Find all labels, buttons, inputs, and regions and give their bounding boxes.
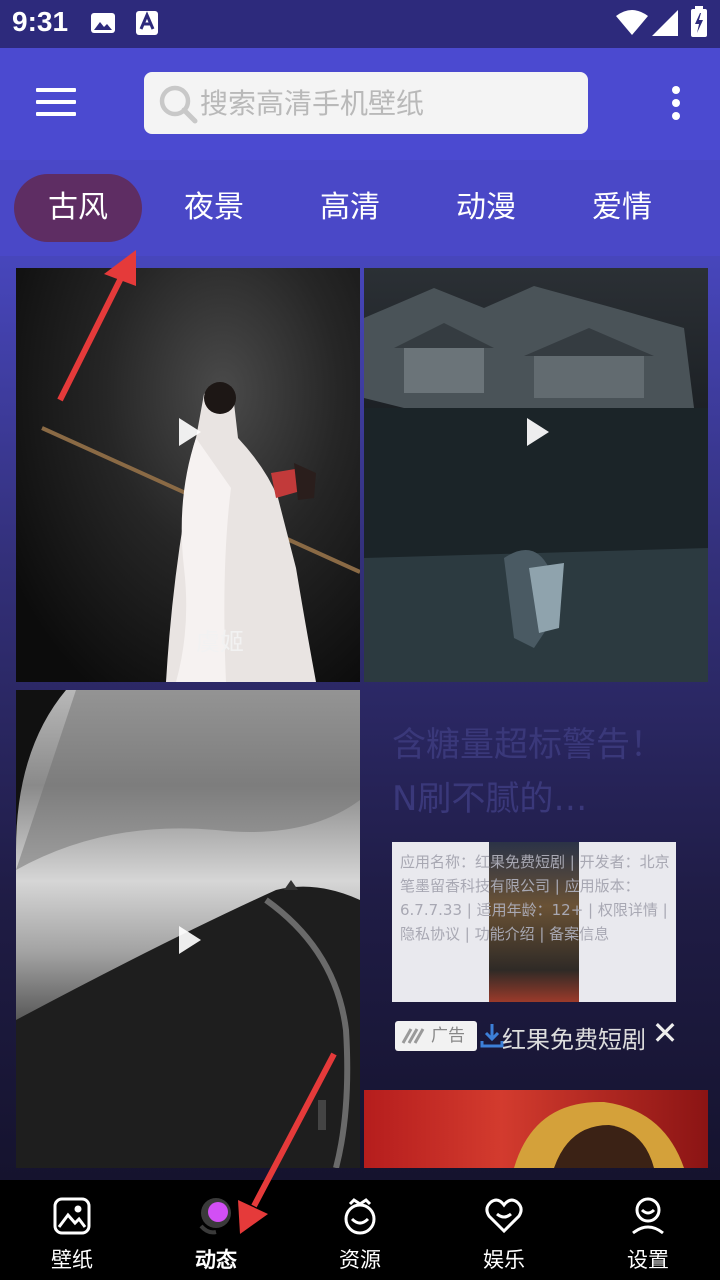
menu-icon[interactable] xyxy=(36,88,76,118)
nav-resources-label: 资源 xyxy=(339,1248,381,1272)
status-time: 9:31 xyxy=(12,6,69,37)
battery-icon xyxy=(691,6,707,37)
category-tabs: 古风 夜景 高清 动漫 爱情 xyxy=(0,160,720,256)
nav-wallpaper[interactable]: 壁纸 xyxy=(0,1180,144,1280)
settings-icon xyxy=(632,1197,664,1235)
search-icon xyxy=(159,85,198,124)
nav-entertainment-label: 娱乐 xyxy=(483,1248,525,1272)
wallpaper-image xyxy=(364,286,708,682)
tab-gufeng[interactable]: 古风 xyxy=(14,174,142,242)
ad-title[interactable]: 含糖量超标警告！N刷不腻的… xyxy=(392,718,682,826)
ad-badge-label: 广告 xyxy=(431,1026,465,1046)
nav-wallpaper-label: 壁纸 xyxy=(51,1248,93,1272)
nav-dynamic-label: 动态 xyxy=(195,1248,237,1272)
ad-app-name[interactable]: 红果免费短剧 xyxy=(502,1020,646,1055)
bottom-nav: 壁纸 动态 资源 娱乐 设置 xyxy=(0,1180,720,1280)
nav-settings[interactable]: 设置 xyxy=(576,1180,720,1280)
tab-dongman[interactable]: 动漫 xyxy=(422,174,550,242)
wallpaper-card-4[interactable] xyxy=(364,1090,708,1168)
nav-entertainment[interactable]: 娱乐 xyxy=(432,1180,576,1280)
resource-icon xyxy=(344,1198,376,1235)
wallpaper-image xyxy=(41,382,360,682)
play-icon xyxy=(179,926,201,954)
ad-app-info: 应用名称：红果免费短剧 | 开发者：北京笔墨留香科技有限公司 | 应用版本：6.… xyxy=(400,853,670,943)
close-icon[interactable]: ✕ xyxy=(650,1017,680,1049)
play-icon xyxy=(527,418,549,446)
wallpaper-card-3[interactable] xyxy=(16,690,360,1168)
heart-icon xyxy=(485,1198,523,1234)
wifi-icon xyxy=(616,10,648,35)
search-input[interactable] xyxy=(200,82,570,124)
more-options-icon[interactable] xyxy=(668,86,684,126)
nav-settings-label: 设置 xyxy=(627,1248,669,1272)
app-notification-icon xyxy=(136,11,158,35)
wallpaper-card-2[interactable] xyxy=(364,268,708,682)
ad-badge: 广告 xyxy=(395,1021,477,1051)
live-icon xyxy=(199,1198,231,1235)
nav-resources[interactable]: 资源 xyxy=(288,1180,432,1280)
image-icon xyxy=(53,1197,91,1235)
search-bar[interactable] xyxy=(144,72,588,134)
wallpaper-image xyxy=(514,1101,684,1168)
app-bar xyxy=(0,48,720,160)
gallery-notification-icon xyxy=(91,13,115,33)
play-icon xyxy=(179,418,201,446)
tab-yejing[interactable]: 夜景 xyxy=(150,174,278,242)
wallpaper-card-1[interactable]: 虞姬 xyxy=(16,268,360,682)
signal-icon xyxy=(652,10,678,36)
wallpaper-caption: 虞姬 xyxy=(196,628,244,656)
nav-dynamic[interactable]: 动态 xyxy=(144,1180,288,1280)
status-bar: 9:31 xyxy=(0,0,720,48)
tab-gaoqing[interactable]: 高清 xyxy=(286,174,414,242)
tab-aiqing[interactable]: 爱情 xyxy=(558,174,686,242)
ad-image[interactable]: 应用名称：红果免费短剧 | 开发者：北京笔墨留香科技有限公司 | 应用版本：6.… xyxy=(392,842,676,1002)
ad-logo-icon xyxy=(401,1028,425,1044)
